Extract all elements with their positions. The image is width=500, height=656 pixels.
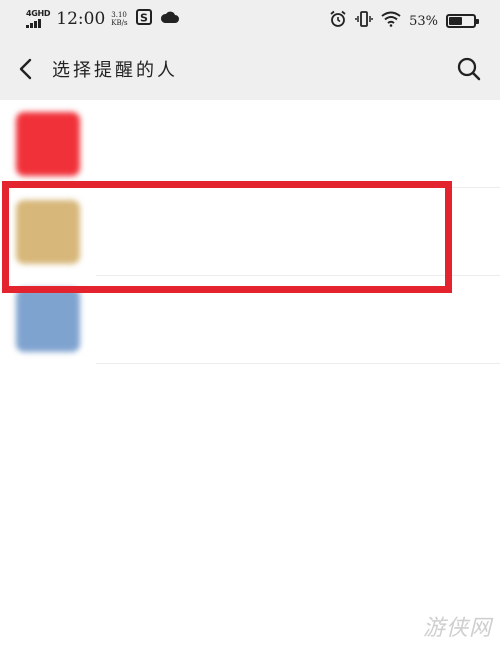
network-speed: 3.10 KB/s <box>111 11 127 27</box>
app-notification-icon: S <box>135 9 152 29</box>
battery-level-fill <box>449 17 462 25</box>
contact-item[interactable] <box>0 276 500 364</box>
wifi-icon <box>381 11 401 31</box>
avatar <box>16 112 80 176</box>
avatar <box>16 200 80 264</box>
watermark: 游侠网 <box>422 616 492 641</box>
chevron-left-icon[interactable] <box>12 54 42 84</box>
svg-text:S: S <box>140 12 148 25</box>
weather-cloud-icon <box>160 9 180 29</box>
avatar <box>16 288 80 352</box>
top-nav-bar: 选择提醒的人 <box>0 40 500 100</box>
contact-item[interactable] <box>0 188 500 276</box>
battery-icon <box>446 14 479 28</box>
network-type-label: 4GHD <box>26 9 51 18</box>
signal-icon: 4GHD <box>26 9 51 28</box>
status-time: 12:00 <box>56 9 106 29</box>
network-speed-value: 3.10 <box>111 11 127 19</box>
status-bar-left: 4GHD 12:00 3.10 KB/s S <box>26 9 188 29</box>
contact-list <box>0 100 500 364</box>
status-bar: 4GHD 12:00 3.10 KB/s S 53% <box>0 0 500 40</box>
contact-item[interactable] <box>0 100 500 188</box>
search-icon[interactable] <box>454 54 484 84</box>
status-bar-right: 53% <box>329 10 479 32</box>
battery-percent: 53% <box>409 13 438 29</box>
alarm-icon <box>329 10 347 32</box>
divider <box>96 363 500 364</box>
network-speed-unit: KB/s <box>111 19 128 27</box>
page-title: 选择提醒的人 <box>52 60 178 81</box>
vibrate-icon <box>355 10 373 32</box>
